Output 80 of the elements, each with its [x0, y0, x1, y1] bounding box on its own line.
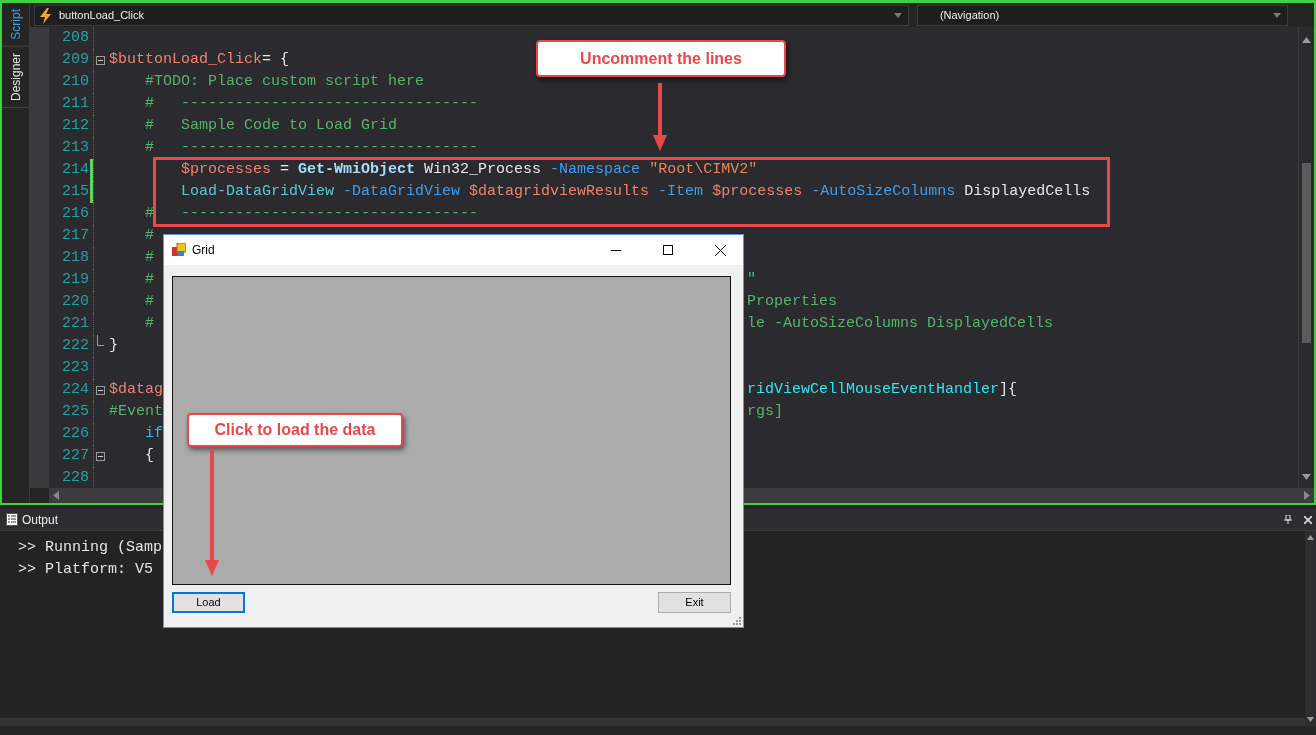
- side-tab[interactable]: Script: [2, 3, 29, 47]
- scroll-down-icon[interactable]: [1307, 717, 1314, 722]
- arrow: [653, 83, 667, 151]
- line-number: 226: [61, 423, 89, 444]
- code-line: $buttonLoad_Click= {: [109, 50, 290, 68]
- line-number: 209: [61, 49, 89, 70]
- exit-button[interactable]: Exit: [658, 592, 731, 613]
- close-icon[interactable]: [1304, 515, 1312, 524]
- caret-icon: [1273, 13, 1281, 18]
- code-line: # ---------------------------------: [144, 204, 479, 222]
- resize-grip-icon[interactable]: [733, 617, 741, 625]
- code-line: }: [109, 336, 118, 354]
- code-text: ridViewCellMouseEventHandler]{: [747, 380, 1018, 398]
- line-number: 224: [61, 379, 89, 400]
- side-tab[interactable]: Designer: [2, 46, 29, 108]
- code-line: if: [144, 424, 163, 442]
- line-number: 217: [61, 225, 89, 246]
- code-line: # ---------------------------------: [144, 94, 479, 112]
- code-text: #Event: [109, 401, 163, 422]
- fold-toggle[interactable]: [96, 451, 105, 461]
- code-line: $processes = Get-WmiObject Win32_Process -Namespace "Root\CIMV2": [180, 160, 758, 178]
- code-text: $datag: [109, 379, 163, 400]
- load-button[interactable]: Load: [172, 592, 245, 613]
- vertical-scrollbar[interactable]: [1305, 531, 1316, 726]
- code-text: le -AutoSizeColumns DisplayedCells: [747, 314, 1054, 332]
- maximize-icon: [663, 245, 673, 255]
- callout: Click to load the data: [187, 413, 403, 447]
- line-number: 208: [61, 27, 89, 48]
- line-number: 219: [61, 269, 89, 290]
- line-number: 227: [61, 445, 89, 466]
- callout: Uncomment the lines: [536, 40, 786, 77]
- scroll-up-icon[interactable]: [1302, 37, 1311, 43]
- fold-toggle[interactable]: [96, 385, 105, 395]
- function-dropdown[interactable]: buttonLoad_Click: [34, 5, 909, 26]
- line-number: 216: [61, 203, 89, 224]
- app-icon: [172, 243, 186, 257]
- lightning-icon: [39, 7, 53, 24]
- scroll-down-icon[interactable]: [1302, 474, 1311, 480]
- line-number: 210: [61, 71, 89, 92]
- scroll-up-icon[interactable]: [1307, 535, 1314, 540]
- code-text: #: [144, 291, 155, 312]
- navigation-dropdown[interactable]: (Navigation): [916, 5, 1288, 26]
- scroll-thumb[interactable]: [1302, 163, 1311, 343]
- line-number: 214: [61, 159, 89, 180]
- scroll-right-icon[interactable]: [1304, 491, 1310, 500]
- code-line: #: [144, 226, 154, 244]
- pin-icon[interactable]: [1284, 515, 1292, 524]
- code-line: # ---------------------------------: [144, 138, 479, 156]
- code-line: Load-DataGridView -DataGridView $datagridviewResults -Item $processes -AutoSizeColumns DisplayedCells: [180, 182, 1091, 200]
- list-icon: [6, 513, 18, 526]
- line-number: 220: [61, 291, 89, 312]
- line-number: 218: [61, 247, 89, 268]
- code-text: #: [144, 269, 155, 290]
- code-text: rgs]: [747, 402, 783, 420]
- code-text: ": [747, 270, 756, 288]
- line-number: 223: [61, 357, 89, 378]
- line-number: 221: [61, 313, 89, 334]
- code-text: Properties: [747, 292, 837, 310]
- line-number: 225: [61, 401, 89, 422]
- caret-icon: [893, 13, 902, 18]
- line-number: 212: [61, 115, 89, 136]
- code-line: #: [144, 248, 154, 266]
- window-title: Grid: [192, 242, 215, 259]
- line-number: 215: [61, 181, 89, 202]
- scroll-left-icon[interactable]: [53, 491, 59, 500]
- code-line: {: [144, 446, 154, 464]
- line-number: 211: [61, 93, 89, 114]
- panel-title: Output: [22, 511, 59, 529]
- data-grid[interactable]: [172, 276, 731, 585]
- output-line: >> Running (Samp: [18, 538, 164, 558]
- line-number: 228: [61, 467, 89, 488]
- output-line: >> Platform: V5: [18, 560, 155, 580]
- code-text: #: [144, 313, 155, 334]
- close-icon: [714, 244, 726, 256]
- fold-toggle[interactable]: [96, 55, 105, 65]
- line-number: 222: [61, 335, 89, 356]
- code-line: # Sample Code to Load Grid: [144, 116, 398, 134]
- code-line: #TODO: Place custom script here: [144, 72, 425, 90]
- line-number: 213: [61, 137, 89, 158]
- vertical-scrollbar[interactable]: [1298, 27, 1314, 488]
